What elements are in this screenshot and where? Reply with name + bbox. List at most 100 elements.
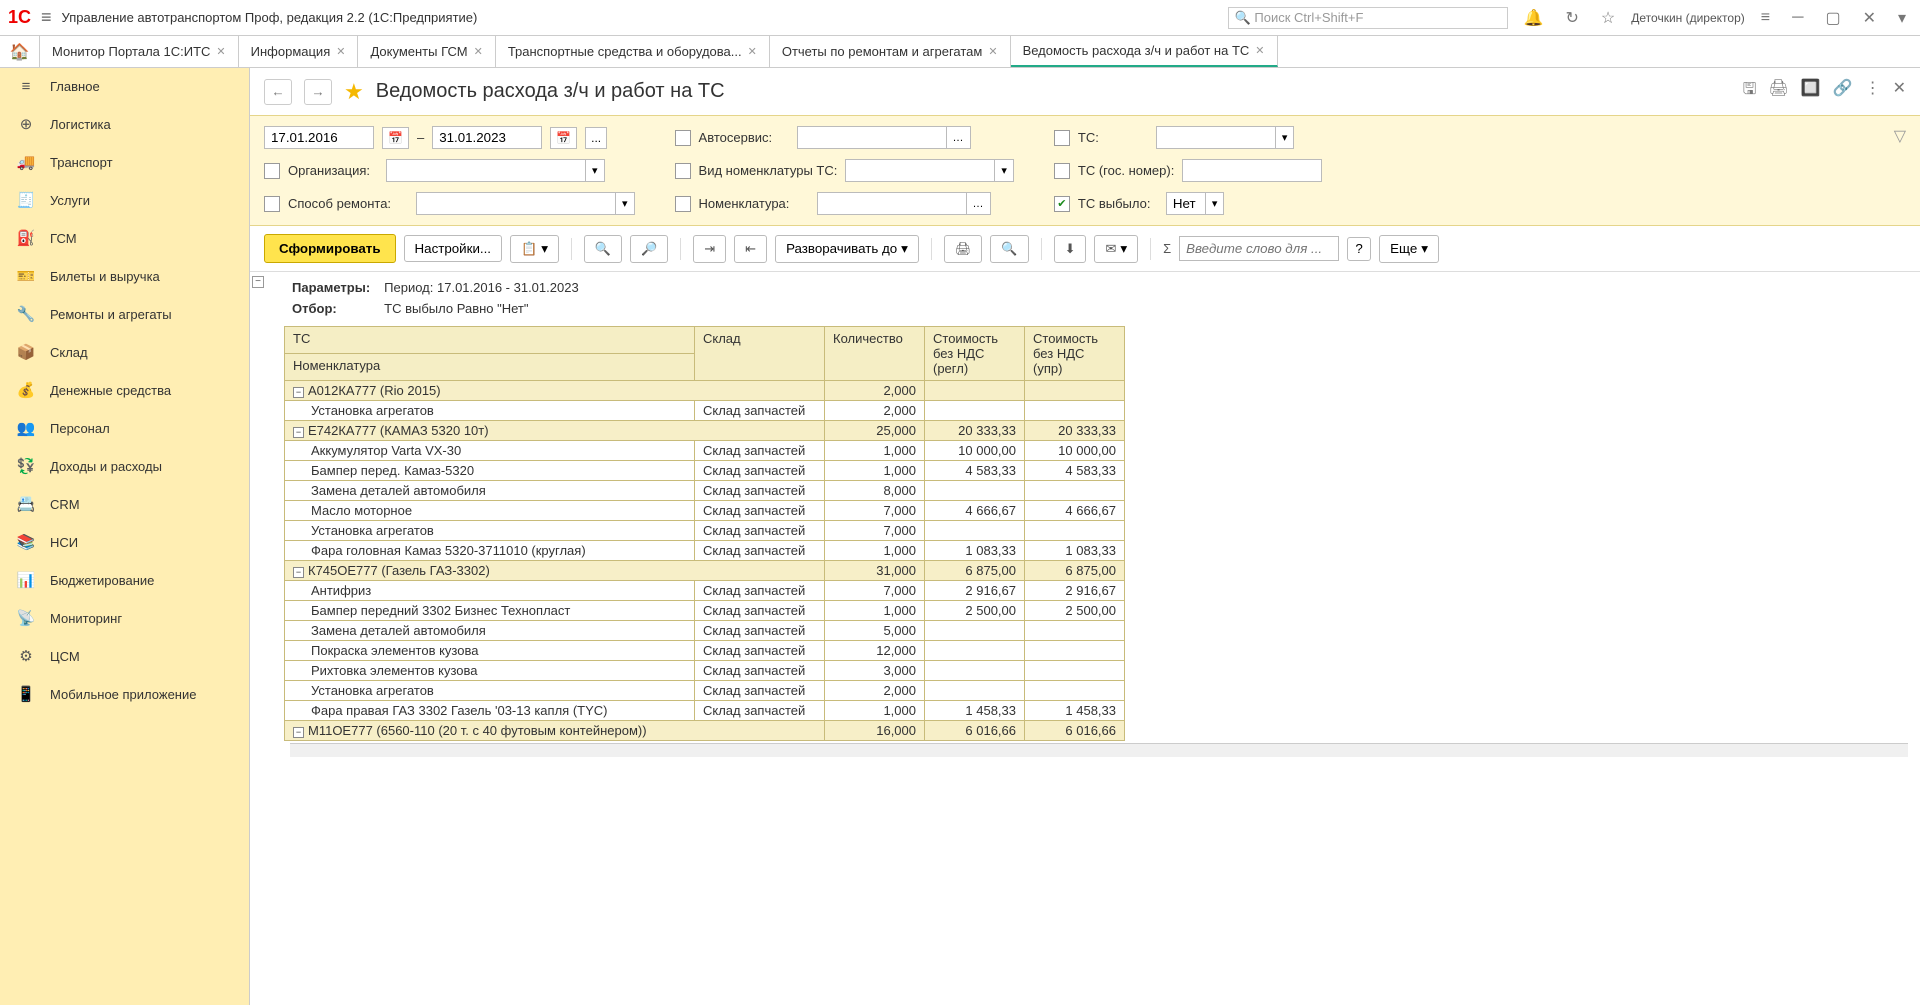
tab-close-icon[interactable]: ✕	[748, 45, 757, 58]
tsleft-input[interactable]	[1166, 192, 1206, 215]
nav-item[interactable]: 📱Мобильное приложение	[0, 675, 249, 713]
nomen-dots-button[interactable]: …	[967, 192, 991, 215]
send-email-button[interactable]: ✉▾	[1094, 235, 1138, 263]
preview-icon[interactable]: 🔲	[1801, 78, 1821, 105]
nav-item[interactable]: 👥Персонал	[0, 409, 249, 447]
table-row[interactable]: −А012КА777 (Rio 2015)2,000	[285, 381, 1125, 401]
tab[interactable]: Транспортные средства и оборудова...✕	[496, 36, 770, 67]
nav-item[interactable]: ⚙ЦСМ	[0, 637, 249, 675]
table-row[interactable]: Установка агрегатовСклад запчастей2,000	[285, 681, 1125, 701]
nav-back-button[interactable]: ←	[264, 79, 292, 105]
org-input[interactable]	[386, 159, 586, 182]
dropdown-icon[interactable]: ▾	[1892, 8, 1912, 28]
tab-close-icon[interactable]: ✕	[336, 45, 345, 58]
autoservice-dots-button[interactable]: …	[947, 126, 971, 149]
nav-item[interactable]: 📚НСИ	[0, 523, 249, 561]
table-row[interactable]: Бампер передний 3302 Бизнес ТехнопластСк…	[285, 601, 1125, 621]
menu-toggle-icon[interactable]: ≡	[1755, 9, 1776, 27]
link-icon[interactable]: 🔗	[1833, 78, 1853, 105]
period-picker-button[interactable]: ...	[585, 127, 607, 149]
tab[interactable]: Отчеты по ремонтам и агрегатам✕	[770, 36, 1011, 67]
nav-item[interactable]: 📊Бюджетирование	[0, 561, 249, 599]
nav-item[interactable]: ⊕Логистика	[0, 105, 249, 143]
tab-close-icon[interactable]: ✕	[988, 45, 997, 58]
date-from-input[interactable]	[264, 126, 374, 149]
org-checkbox[interactable]	[264, 163, 280, 179]
expand-button[interactable]: ⇤	[734, 235, 767, 263]
global-search[interactable]: 🔍 Поиск Ctrl+Shift+F	[1228, 7, 1508, 29]
table-row[interactable]: Замена деталей автомобиляСклад запчастей…	[285, 481, 1125, 501]
tab[interactable]: Монитор Портала 1С:ИТС✕	[40, 36, 239, 67]
tab[interactable]: Ведомость расхода з/ч и работ на ТС✕	[1011, 36, 1278, 67]
menu-icon[interactable]: ≡	[41, 7, 52, 28]
table-row[interactable]: Установка агрегатовСклад запчастей7,000	[285, 521, 1125, 541]
nav-item[interactable]: 💰Денежные средства	[0, 371, 249, 409]
row-toggle-icon[interactable]: −	[293, 427, 304, 438]
find-next-button[interactable]: 🔎	[630, 235, 668, 263]
more-icon[interactable]: ⋮	[1865, 78, 1881, 105]
close-icon[interactable]: ✕	[1857, 8, 1882, 28]
tsleft-checkbox[interactable]	[1054, 196, 1070, 212]
autoservice-input[interactable]	[797, 126, 947, 149]
save-file-button[interactable]: ⬇	[1054, 235, 1087, 263]
nav-item[interactable]: 💱Доходы и расходы	[0, 447, 249, 485]
print-icon[interactable]: 🖨	[1768, 78, 1788, 105]
table-row[interactable]: −М11ОЕ777 (6560-110 (20 т. с 40 футовым …	[285, 721, 1125, 741]
row-toggle-icon[interactable]: −	[293, 387, 304, 398]
tsleft-dropdown-icon[interactable]: ▾	[1206, 192, 1225, 215]
org-dropdown-icon[interactable]: ▾	[586, 159, 605, 182]
table-row[interactable]: Замена деталей автомобиляСклад запчастей…	[285, 621, 1125, 641]
table-row[interactable]: Бампер перед. Камаз-5320Склад запчастей1…	[285, 461, 1125, 481]
nav-fwd-button[interactable]: →	[304, 79, 332, 105]
tsgos-checkbox[interactable]	[1054, 163, 1070, 179]
row-toggle-icon[interactable]: −	[293, 727, 304, 738]
nav-item[interactable]: 🧾Услуги	[0, 181, 249, 219]
repair-input[interactable]	[416, 192, 616, 215]
home-tab[interactable]: 🏠	[0, 36, 40, 67]
autoservice-checkbox[interactable]	[675, 130, 691, 146]
more-button[interactable]: Еще ▾	[1379, 235, 1439, 263]
table-row[interactable]: Аккумулятор Varta VX-30Склад запчастей1,…	[285, 441, 1125, 461]
vidnomen-input[interactable]	[845, 159, 995, 182]
table-row[interactable]: −Е742КА777 (КАМАЗ 5320 10т)25,00020 333,…	[285, 421, 1125, 441]
nomen-input[interactable]	[817, 192, 967, 215]
tab-close-icon[interactable]: ✕	[1255, 44, 1264, 57]
table-row[interactable]: Установка агрегатовСклад запчастей2,000	[285, 401, 1125, 421]
table-row[interactable]: АнтифризСклад запчастей7,0002 916,672 91…	[285, 581, 1125, 601]
nav-item[interactable]: 🔧Ремонты и агрегаты	[0, 295, 249, 333]
ts-checkbox[interactable]	[1054, 130, 1070, 146]
table-row[interactable]: Фара правая ГАЗ 3302 Газель '03-13 капля…	[285, 701, 1125, 721]
expand-to-button[interactable]: Разворачивать до ▾	[775, 235, 919, 263]
save-icon[interactable]: 🖫	[1743, 78, 1757, 105]
tab-close-icon[interactable]: ✕	[216, 45, 225, 58]
horizontal-scrollbar[interactable]	[290, 743, 1908, 757]
tab-close-icon[interactable]: ✕	[474, 45, 483, 58]
nav-item[interactable]: 📇CRM	[0, 485, 249, 523]
nav-item[interactable]: 📡Мониторинг	[0, 599, 249, 637]
ts-dropdown-icon[interactable]: ▾	[1276, 126, 1295, 149]
sum-icon[interactable]: Σ	[1163, 241, 1171, 256]
nav-item[interactable]: 🎫Билеты и выручка	[0, 257, 249, 295]
table-row[interactable]: −К745ОЕ777 (Газель ГАЗ-3302)31,0006 875,…	[285, 561, 1125, 581]
maximize-icon[interactable]: ▢	[1819, 8, 1846, 28]
find-button[interactable]: 🔍	[584, 235, 622, 263]
star-icon[interactable]: ☆	[1595, 8, 1621, 28]
ts-input[interactable]	[1156, 126, 1276, 149]
print-preview-button[interactable]: 🔍	[990, 235, 1028, 263]
username[interactable]: Деточкин (директор)	[1631, 11, 1744, 25]
report-viewport[interactable]: − Параметры: Период: 17.01.2016 - 31.01.…	[250, 272, 1920, 1005]
collapse-button[interactable]: ⇥	[693, 235, 726, 263]
tree-toggle[interactable]: −	[252, 276, 264, 288]
tsgos-input[interactable]	[1182, 159, 1322, 182]
calendar-from-icon[interactable]: 📅	[382, 127, 409, 149]
table-row[interactable]: Масло моторноеСклад запчастей7,0004 666,…	[285, 501, 1125, 521]
table-row[interactable]: Покраска элементов кузоваСклад запчастей…	[285, 641, 1125, 661]
word-search-input[interactable]	[1179, 236, 1339, 261]
repair-dropdown-icon[interactable]: ▾	[616, 192, 635, 215]
table-row[interactable]: Рихтовка элементов кузоваСклад запчастей…	[285, 661, 1125, 681]
settings-button[interactable]: Настройки...	[404, 235, 502, 262]
vidnomen-dropdown-icon[interactable]: ▾	[995, 159, 1014, 182]
filter-toggle-icon[interactable]: ▽	[1894, 126, 1906, 215]
date-to-input[interactable]	[432, 126, 542, 149]
history-icon[interactable]: ↻	[1560, 8, 1585, 28]
